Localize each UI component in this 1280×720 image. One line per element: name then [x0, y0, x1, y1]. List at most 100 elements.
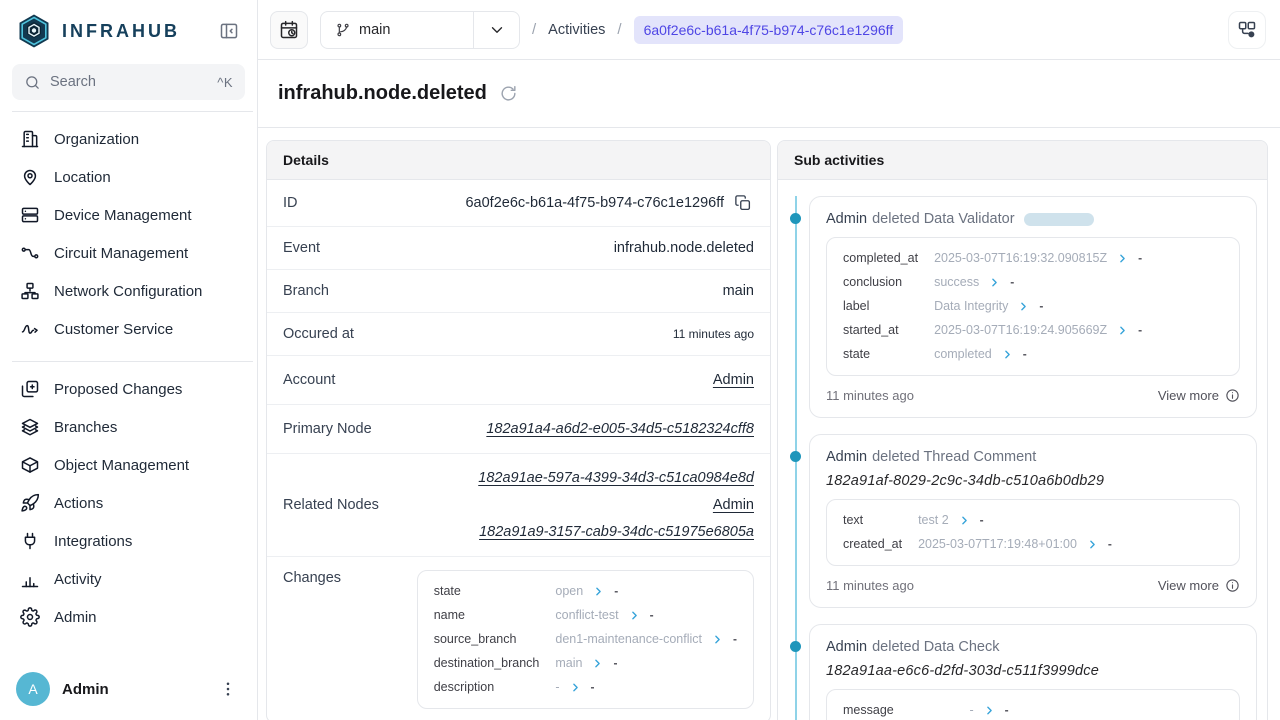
search-box[interactable]: ^K: [12, 64, 245, 100]
copy-icon: [734, 194, 754, 212]
property-new-value: -: [1138, 322, 1142, 339]
properties-box: texttest 2-created_at2025-03-07T17:19:48…: [826, 499, 1240, 566]
panel-collapse-icon: [219, 21, 243, 41]
search-input[interactable]: [50, 74, 208, 90]
property-old-value: 2025-03-07T16:19:32.090815Z: [934, 250, 1107, 267]
title-row: infrahub.node.deleted: [258, 60, 1280, 128]
chevron-right-icon: [984, 705, 995, 716]
node-link[interactable]: 182a91ae-597a-4399-34d3-c51ca0984e8d: [478, 467, 754, 489]
view-more-link[interactable]: View more: [1158, 388, 1240, 403]
breadcrumb-activities[interactable]: Activities: [548, 22, 605, 38]
view-more-label: View more: [1158, 388, 1219, 403]
network-icon: [20, 281, 40, 301]
node-link[interactable]: 182a91a4-a6d2-e005-34d5-c5182324cff8: [486, 418, 754, 440]
sidebar-header: INFRAHUB: [0, 0, 257, 62]
property-value: test 2-: [918, 512, 1223, 529]
detail-label: Event: [283, 240, 320, 256]
sub-activity-title: Admindeleted Data Check: [826, 639, 1240, 655]
sidebar-item-circuit-management[interactable]: Circuit Management: [12, 234, 245, 272]
detail-value: 6a0f2e6c-b61a-4f75-b974-c76c1e1296ff: [465, 193, 754, 213]
property-key: conclusion: [843, 274, 918, 291]
sidebar-item-label: Organization: [54, 131, 139, 148]
property-old-value: -: [555, 679, 559, 696]
property-value: 2025-03-07T16:19:32.090815Z -: [934, 250, 1223, 267]
sidebar-item-proposed-changes[interactable]: Proposed Changes: [12, 370, 245, 408]
sidebar-item-label: Actions: [54, 495, 103, 512]
node-link[interactable]: 182a91a9-3157-cab9-34dc-c51975e6805a: [479, 521, 754, 543]
property-new-value: -: [1138, 250, 1142, 267]
property-old-value: 2025-03-07T17:19:48+01:00: [918, 536, 1077, 553]
sidebar-item-branches[interactable]: Branches: [12, 408, 245, 446]
branch-selector[interactable]: main: [320, 11, 520, 49]
property-value: open-: [555, 583, 737, 600]
sidebar-item-activity[interactable]: Activity: [12, 560, 245, 598]
detail-value-text: infrahub.node.deleted: [614, 240, 754, 256]
gear-icon: [20, 607, 40, 627]
detail-value: 11 minutes ago: [673, 327, 754, 341]
node-link[interactable]: Admin: [713, 494, 754, 516]
sidebar-item-organization[interactable]: Organization: [12, 120, 245, 158]
property-value: 2025-03-07T16:19:24.905669Z-: [934, 322, 1223, 339]
sidebar-item-customer-service[interactable]: Customer Service: [12, 310, 245, 348]
detail-value-text: main: [723, 283, 754, 299]
chevron-right-icon: [1117, 325, 1128, 336]
page-title: infrahub.node.deleted: [278, 82, 487, 105]
details-panel: Details ID6a0f2e6c-b61a-4f75-b974-c76c1e…: [266, 140, 771, 720]
sub-activity-time: 11 minutes ago: [826, 388, 914, 403]
detail-label: Occured at: [283, 326, 354, 342]
sidebar-item-device-management[interactable]: Device Management: [12, 196, 245, 234]
node-link[interactable]: Admin: [713, 369, 754, 391]
sidebar-item-label: Activity: [54, 571, 102, 588]
detail-label: ID: [283, 195, 298, 211]
detail-row-event: Event infrahub.node.deleted: [267, 227, 770, 270]
user-menu[interactable]: A Admin: [0, 660, 257, 720]
box-icon: [20, 455, 40, 475]
property-new-value: -: [1010, 274, 1014, 291]
property-new-value: -: [733, 631, 737, 648]
copy-id-button[interactable]: [734, 193, 754, 213]
detail-value: stateopen-nameconflict-test-source_branc…: [417, 570, 754, 709]
sidebar-item-label: Network Configuration: [54, 283, 202, 300]
detail-label: Related Nodes: [283, 497, 379, 513]
property-key: description: [434, 679, 540, 696]
timeline-dot-icon: [790, 451, 801, 462]
properties-box: message--keep_branch--enriched_conflict_…: [826, 689, 1240, 720]
sub-activity-card: Admindeleted Data Validatorcompleted_at2…: [809, 196, 1257, 418]
property-new-value: -: [1039, 298, 1043, 315]
sidebar-item-actions[interactable]: Actions: [12, 484, 245, 522]
property-key: started_at: [843, 322, 918, 339]
sidebar-item-admin[interactable]: Admin: [12, 598, 245, 636]
property-key: completed_at: [843, 250, 918, 267]
refresh-button[interactable]: [499, 83, 521, 105]
cable-icon: [20, 243, 40, 263]
sidebar-item-integrations[interactable]: Integrations: [12, 522, 245, 560]
sidebar-collapse-button[interactable]: [219, 19, 243, 43]
sidebar-item-label: Branches: [54, 419, 117, 436]
property-old-value: Data Integrity: [934, 298, 1008, 315]
sidebar-item-object-management[interactable]: Object Management: [12, 446, 245, 484]
user-menu-button[interactable]: [219, 678, 241, 700]
sidebar-item-network-configuration[interactable]: Network Configuration: [12, 272, 245, 310]
detail-label: Account: [283, 372, 335, 388]
layers-icon: [20, 417, 40, 437]
detail-row-related-nodes: Related Nodes 182a91ae-597a-4399-34d3-c51…: [267, 454, 770, 557]
workflow-button[interactable]: [1228, 11, 1266, 49]
content: Details ID6a0f2e6c-b61a-4f75-b974-c76c1e…: [258, 128, 1280, 720]
signature-icon: [20, 319, 40, 339]
branch-selector-value[interactable]: main: [321, 12, 473, 48]
view-more-label: View more: [1158, 578, 1219, 593]
view-more-link[interactable]: View more: [1158, 578, 1240, 593]
property-value: success-: [934, 274, 1223, 291]
sub-activity-card: Admindeleted Data Check182a91aa-e6c6-d2f…: [809, 624, 1257, 720]
property-key: message: [843, 702, 954, 719]
chevron-down-icon: [488, 21, 506, 39]
chevron-right-icon: [570, 682, 581, 693]
property-new-value: -: [980, 512, 984, 529]
sidebar-item-location[interactable]: Location: [12, 158, 245, 196]
chevron-right-icon: [1002, 349, 1013, 360]
time-travel-button[interactable]: [270, 11, 308, 49]
sub-activities-timeline: Admindeleted Data Validatorcompleted_at2…: [778, 180, 1267, 720]
branch-selector-toggle[interactable]: [473, 12, 519, 48]
property-value: --: [555, 679, 737, 696]
property-value: main-: [555, 655, 737, 672]
